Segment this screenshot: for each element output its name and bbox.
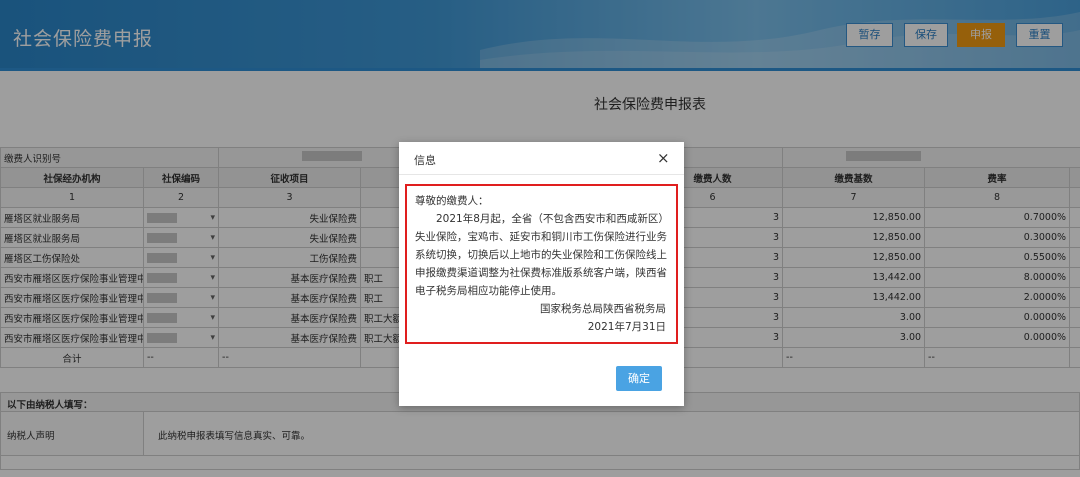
dialog-divider (399, 174, 684, 175)
notice-greeting: 尊敬的缴费人： (415, 195, 489, 207)
close-icon[interactable]: × (657, 149, 670, 167)
dialog-title: 信息 (414, 154, 436, 167)
info-dialog: 信息 × 尊敬的缴费人： 2021年8月起，全省（不包含西安市和西咸新区）失业保… (399, 142, 684, 406)
notice-signature: 国家税务总局陕西省税务局 (540, 303, 666, 315)
notice-date: 2021年7月31日 (587, 321, 666, 333)
notice-message: 尊敬的缴费人： 2021年8月起，全省（不包含西安市和西咸新区）失业保险，宝鸡市… (405, 184, 678, 344)
ok-button[interactable]: 确定 (616, 366, 662, 391)
notice-body: 2021年8月起，全省（不包含西安市和西咸新区）失业保险，宝鸡市、延安市和铜川市… (415, 213, 669, 297)
